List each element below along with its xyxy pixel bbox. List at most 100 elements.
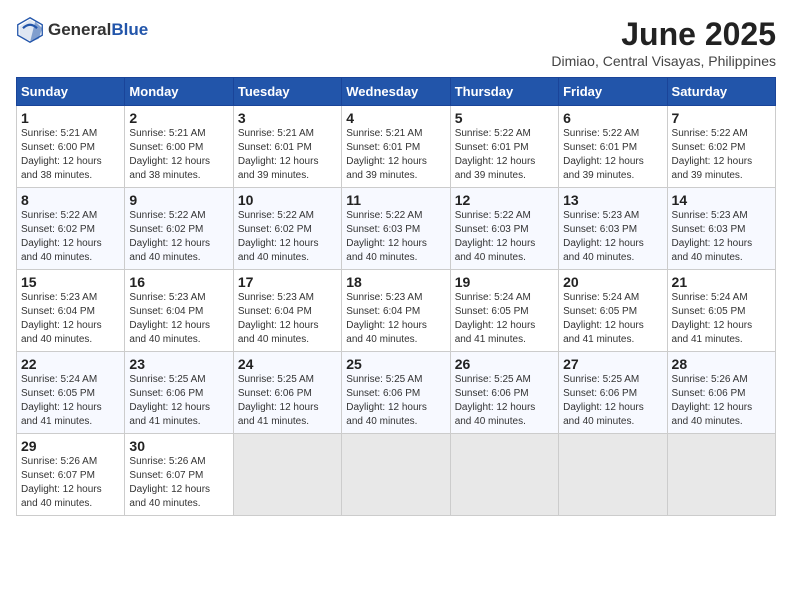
logo-general: GeneralBlue bbox=[48, 20, 148, 40]
header: GeneralBlue June 2025 Dimiao, Central Vi… bbox=[16, 16, 776, 69]
day-cell: 20Sunrise: 5:24 AMSunset: 6:05 PMDayligh… bbox=[559, 270, 667, 352]
day-info: Sunrise: 5:22 AMSunset: 6:03 PMDaylight:… bbox=[346, 209, 445, 265]
day-cell bbox=[233, 434, 341, 516]
day-cell: 9Sunrise: 5:22 AMSunset: 6:02 PMDaylight… bbox=[125, 188, 233, 270]
day-cell: 18Sunrise: 5:23 AMSunset: 6:04 PMDayligh… bbox=[342, 270, 450, 352]
day-cell: 22Sunrise: 5:24 AMSunset: 6:05 PMDayligh… bbox=[17, 352, 125, 434]
day-number: 26 bbox=[455, 356, 554, 372]
col-header-sunday: Sunday bbox=[17, 78, 125, 106]
title-area: June 2025 Dimiao, Central Visayas, Phili… bbox=[551, 16, 776, 69]
day-info: Sunrise: 5:25 AMSunset: 6:06 PMDaylight:… bbox=[238, 373, 337, 429]
day-info: Sunrise: 5:23 AMSunset: 6:04 PMDaylight:… bbox=[21, 291, 120, 347]
logo-icon bbox=[16, 16, 44, 44]
day-info: Sunrise: 5:22 AMSunset: 6:02 PMDaylight:… bbox=[672, 127, 771, 183]
day-info: Sunrise: 5:25 AMSunset: 6:06 PMDaylight:… bbox=[455, 373, 554, 429]
day-info: Sunrise: 5:23 AMSunset: 6:03 PMDaylight:… bbox=[672, 209, 771, 265]
day-cell: 27Sunrise: 5:25 AMSunset: 6:06 PMDayligh… bbox=[559, 352, 667, 434]
day-cell: 2Sunrise: 5:21 AMSunset: 6:00 PMDaylight… bbox=[125, 106, 233, 188]
day-cell: 1Sunrise: 5:21 AMSunset: 6:00 PMDaylight… bbox=[17, 106, 125, 188]
week-row-5: 29Sunrise: 5:26 AMSunset: 6:07 PMDayligh… bbox=[17, 434, 776, 516]
day-info: Sunrise: 5:25 AMSunset: 6:06 PMDaylight:… bbox=[129, 373, 228, 429]
day-number: 19 bbox=[455, 274, 554, 290]
day-info: Sunrise: 5:22 AMSunset: 6:01 PMDaylight:… bbox=[563, 127, 662, 183]
day-cell bbox=[450, 434, 558, 516]
day-cell: 30Sunrise: 5:26 AMSunset: 6:07 PMDayligh… bbox=[125, 434, 233, 516]
day-info: Sunrise: 5:22 AMSunset: 6:02 PMDaylight:… bbox=[21, 209, 120, 265]
day-cell bbox=[559, 434, 667, 516]
day-number: 9 bbox=[129, 192, 228, 208]
day-cell: 26Sunrise: 5:25 AMSunset: 6:06 PMDayligh… bbox=[450, 352, 558, 434]
day-number: 5 bbox=[455, 110, 554, 126]
col-header-tuesday: Tuesday bbox=[233, 78, 341, 106]
week-row-2: 8Sunrise: 5:22 AMSunset: 6:02 PMDaylight… bbox=[17, 188, 776, 270]
day-cell: 8Sunrise: 5:22 AMSunset: 6:02 PMDaylight… bbox=[17, 188, 125, 270]
day-cell: 19Sunrise: 5:24 AMSunset: 6:05 PMDayligh… bbox=[450, 270, 558, 352]
week-row-3: 15Sunrise: 5:23 AMSunset: 6:04 PMDayligh… bbox=[17, 270, 776, 352]
day-number: 15 bbox=[21, 274, 120, 290]
day-info: Sunrise: 5:22 AMSunset: 6:02 PMDaylight:… bbox=[129, 209, 228, 265]
day-number: 7 bbox=[672, 110, 771, 126]
day-info: Sunrise: 5:24 AMSunset: 6:05 PMDaylight:… bbox=[563, 291, 662, 347]
day-info: Sunrise: 5:22 AMSunset: 6:03 PMDaylight:… bbox=[455, 209, 554, 265]
calendar-table: SundayMondayTuesdayWednesdayThursdayFrid… bbox=[16, 77, 776, 516]
day-number: 10 bbox=[238, 192, 337, 208]
day-number: 2 bbox=[129, 110, 228, 126]
day-number: 18 bbox=[346, 274, 445, 290]
day-cell: 11Sunrise: 5:22 AMSunset: 6:03 PMDayligh… bbox=[342, 188, 450, 270]
day-number: 16 bbox=[129, 274, 228, 290]
day-info: Sunrise: 5:26 AMSunset: 6:07 PMDaylight:… bbox=[21, 455, 120, 511]
day-cell bbox=[667, 434, 775, 516]
day-cell: 10Sunrise: 5:22 AMSunset: 6:02 PMDayligh… bbox=[233, 188, 341, 270]
col-header-saturday: Saturday bbox=[667, 78, 775, 106]
day-number: 23 bbox=[129, 356, 228, 372]
day-number: 3 bbox=[238, 110, 337, 126]
day-cell: 13Sunrise: 5:23 AMSunset: 6:03 PMDayligh… bbox=[559, 188, 667, 270]
day-cell: 12Sunrise: 5:22 AMSunset: 6:03 PMDayligh… bbox=[450, 188, 558, 270]
day-info: Sunrise: 5:21 AMSunset: 6:01 PMDaylight:… bbox=[238, 127, 337, 183]
day-cell: 17Sunrise: 5:23 AMSunset: 6:04 PMDayligh… bbox=[233, 270, 341, 352]
day-number: 29 bbox=[21, 438, 120, 454]
day-number: 24 bbox=[238, 356, 337, 372]
week-row-1: 1Sunrise: 5:21 AMSunset: 6:00 PMDaylight… bbox=[17, 106, 776, 188]
day-number: 25 bbox=[346, 356, 445, 372]
day-number: 13 bbox=[563, 192, 662, 208]
day-info: Sunrise: 5:24 AMSunset: 6:05 PMDaylight:… bbox=[21, 373, 120, 429]
day-info: Sunrise: 5:23 AMSunset: 6:04 PMDaylight:… bbox=[129, 291, 228, 347]
day-number: 14 bbox=[672, 192, 771, 208]
day-cell: 29Sunrise: 5:26 AMSunset: 6:07 PMDayligh… bbox=[17, 434, 125, 516]
day-number: 8 bbox=[21, 192, 120, 208]
day-number: 28 bbox=[672, 356, 771, 372]
day-number: 12 bbox=[455, 192, 554, 208]
day-cell: 21Sunrise: 5:24 AMSunset: 6:05 PMDayligh… bbox=[667, 270, 775, 352]
col-header-wednesday: Wednesday bbox=[342, 78, 450, 106]
day-info: Sunrise: 5:21 AMSunset: 6:00 PMDaylight:… bbox=[21, 127, 120, 183]
col-header-thursday: Thursday bbox=[450, 78, 558, 106]
day-cell: 25Sunrise: 5:25 AMSunset: 6:06 PMDayligh… bbox=[342, 352, 450, 434]
day-info: Sunrise: 5:23 AMSunset: 6:03 PMDaylight:… bbox=[563, 209, 662, 265]
day-number: 20 bbox=[563, 274, 662, 290]
day-number: 22 bbox=[21, 356, 120, 372]
month-title: June 2025 bbox=[551, 16, 776, 53]
day-info: Sunrise: 5:26 AMSunset: 6:07 PMDaylight:… bbox=[129, 455, 228, 511]
col-header-friday: Friday bbox=[559, 78, 667, 106]
day-info: Sunrise: 5:22 AMSunset: 6:01 PMDaylight:… bbox=[455, 127, 554, 183]
day-info: Sunrise: 5:22 AMSunset: 6:02 PMDaylight:… bbox=[238, 209, 337, 265]
day-info: Sunrise: 5:24 AMSunset: 6:05 PMDaylight:… bbox=[672, 291, 771, 347]
day-info: Sunrise: 5:25 AMSunset: 6:06 PMDaylight:… bbox=[346, 373, 445, 429]
day-info: Sunrise: 5:23 AMSunset: 6:04 PMDaylight:… bbox=[238, 291, 337, 347]
day-cell: 23Sunrise: 5:25 AMSunset: 6:06 PMDayligh… bbox=[125, 352, 233, 434]
header-row: SundayMondayTuesdayWednesdayThursdayFrid… bbox=[17, 78, 776, 106]
col-header-monday: Monday bbox=[125, 78, 233, 106]
day-cell: 24Sunrise: 5:25 AMSunset: 6:06 PMDayligh… bbox=[233, 352, 341, 434]
week-row-4: 22Sunrise: 5:24 AMSunset: 6:05 PMDayligh… bbox=[17, 352, 776, 434]
day-number: 30 bbox=[129, 438, 228, 454]
day-cell: 28Sunrise: 5:26 AMSunset: 6:06 PMDayligh… bbox=[667, 352, 775, 434]
day-info: Sunrise: 5:23 AMSunset: 6:04 PMDaylight:… bbox=[346, 291, 445, 347]
day-info: Sunrise: 5:25 AMSunset: 6:06 PMDaylight:… bbox=[563, 373, 662, 429]
day-cell: 5Sunrise: 5:22 AMSunset: 6:01 PMDaylight… bbox=[450, 106, 558, 188]
day-number: 17 bbox=[238, 274, 337, 290]
day-number: 6 bbox=[563, 110, 662, 126]
day-cell: 4Sunrise: 5:21 AMSunset: 6:01 PMDaylight… bbox=[342, 106, 450, 188]
day-info: Sunrise: 5:21 AMSunset: 6:00 PMDaylight:… bbox=[129, 127, 228, 183]
day-cell: 14Sunrise: 5:23 AMSunset: 6:03 PMDayligh… bbox=[667, 188, 775, 270]
